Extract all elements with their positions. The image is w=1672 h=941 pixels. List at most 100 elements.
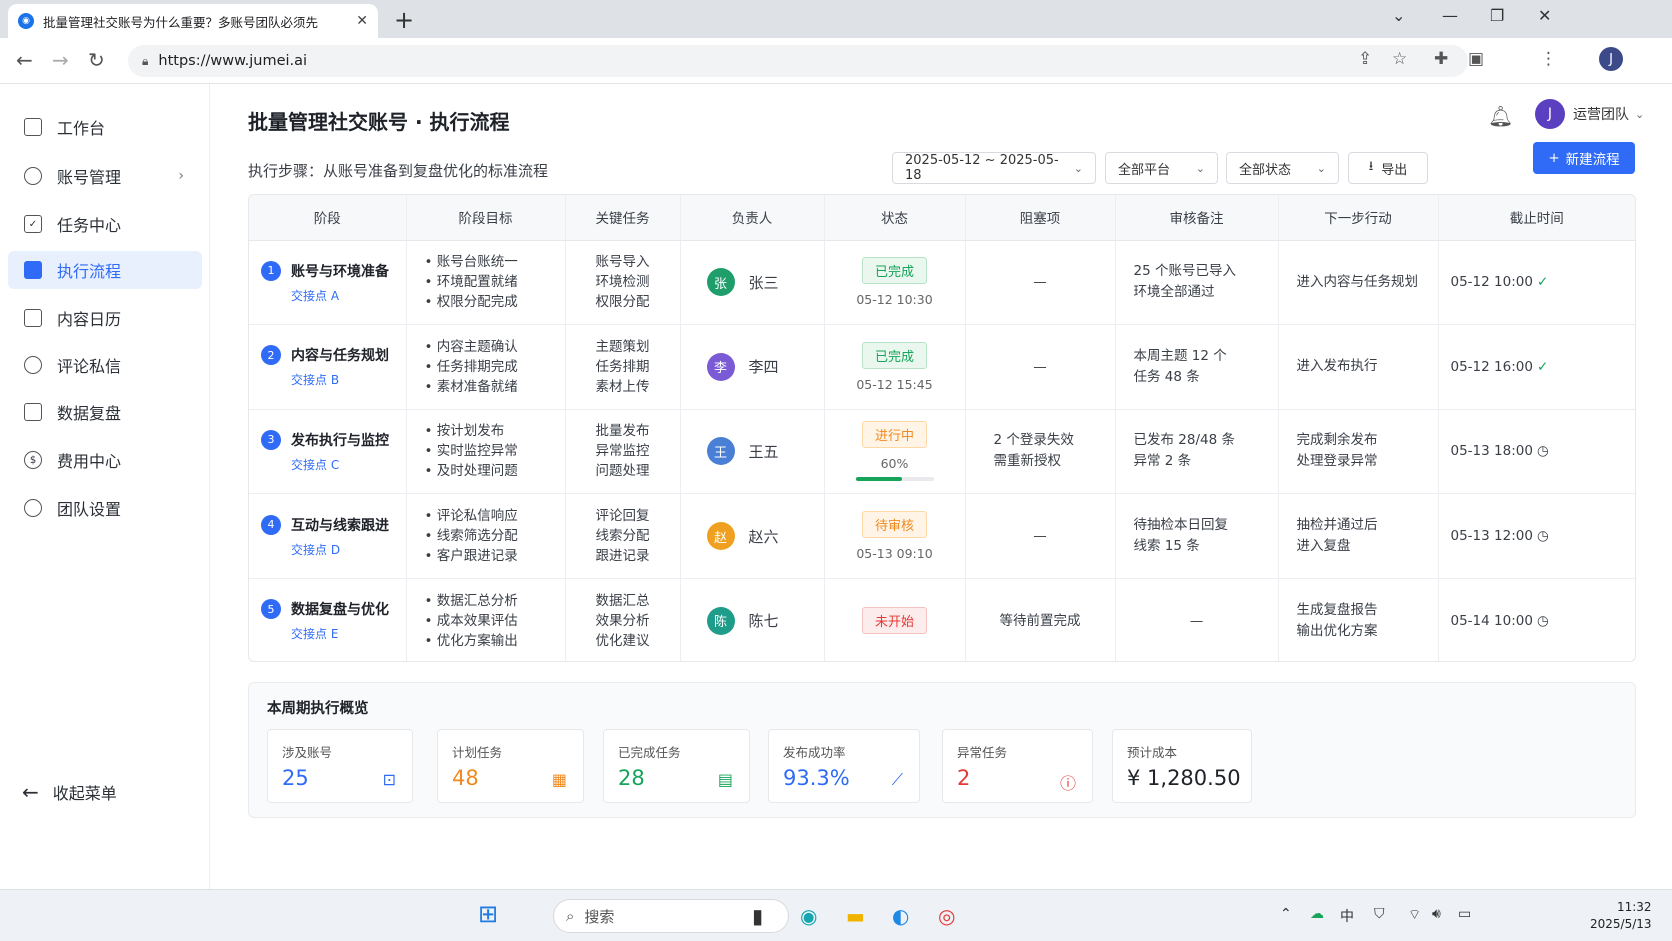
status-time: 05-12 10:30 [856,292,933,308]
app-icon[interactable]: ◉ [800,904,817,928]
column-header: 截止时间 [1438,195,1635,241]
sidebar-item-cost[interactable]: $ 费用中心 [8,441,202,479]
clock-date: 2025/5/13 [1590,917,1652,931]
goals-cell: • 按计划发布 • 实时监控异常 • 及时处理问题 [406,409,566,495]
cloud-icon[interactable]: ☁ [1310,906,1324,922]
column-header: 下一步行动 [1278,195,1439,241]
next-action-cell: 完成剩余发布 处理登录异常 [1278,409,1439,495]
card-label: 异常任务 [957,745,1008,760]
volume-icon[interactable]: 🔊︎ [1432,906,1441,922]
sidebar-item-flow[interactable]: 执行流程 [8,251,202,289]
sidebar-item-analytics[interactable]: 数据复盘 [8,393,202,431]
reload-button[interactable]: ↻ [88,48,105,72]
goals-line: • 环境配置就绪 [424,274,518,291]
platform-filter[interactable]: 全部平台 ⌄ [1105,152,1218,184]
step-number: 2 [261,345,281,366]
step-number: 5 [261,599,281,620]
close-window-button[interactable]: ✕ [1538,6,1551,25]
owner-avatar: 张 [706,268,735,297]
browser-menu-icon[interactable]: ⋮ [1540,49,1557,69]
sidebar-item-calendar[interactable]: 内容日历 [8,299,202,337]
chevron-down-icon: ⌄ [1316,161,1326,175]
tasks-line: 环境检测 [595,274,650,291]
tray-overflow-icon[interactable]: ⌃ [1280,906,1292,922]
goals-line: • 内容主题确认 [424,338,518,355]
blocker-text: 等待前置完成 [999,612,1081,629]
profile-avatar[interactable]: J [1599,47,1623,71]
battery-icon[interactable]: ▭ [1458,906,1471,922]
team-switcher[interactable]: J 运营团队 ⌄ [1535,99,1644,129]
side-panel-icon[interactable]: ▣ [1468,49,1484,69]
task-view-icon[interactable]: ▮ [752,904,763,928]
close-tab-icon[interactable]: ✕ [356,13,368,29]
tasks-line: 数据汇总 [595,592,650,609]
url-field[interactable]: 🔒︎ https://www.jumei.ai [128,45,1468,77]
handoff-link[interactable]: 交接点 E [291,625,389,642]
table-row[interactable]: 5 数据复盘与优化 交接点 E • 数据汇总分析 • 成本效果评估 • 优化方案输出… [249,578,1635,661]
summary-title: 本周期执行概览 [267,701,369,717]
blocker-cell: — [965,240,1116,326]
stage-cell: 1 账号与环境准备 交接点 A [249,240,407,326]
export-button[interactable]: ⭳ 导出 [1348,152,1428,184]
blocker-cell: — [965,493,1116,579]
notes-line: 待抽检本日回复 [1133,517,1229,534]
share-icon[interactable]: ⇪ [1358,49,1372,69]
restore-button[interactable]: ❐ [1490,6,1504,25]
blocker-text: — [1033,528,1047,545]
date-range-picker[interactable]: 2025-05-12 ~ 2025-05-18 ⌄ [892,152,1096,184]
status-cell: 已完成 05-12 10:30 [824,240,966,326]
tab-search-icon[interactable]: ⌄ [1392,6,1405,25]
bell-icon[interactable]: 🔔︎ [1488,104,1513,128]
card-label: 涉及账号 [282,745,333,760]
extensions-icon[interactable]: ✚ [1434,49,1448,69]
sidebar-item-comments[interactable]: 评论私信 [8,346,202,384]
owner-name: 赵六 [748,527,779,546]
column-header: 阶段 [249,195,407,241]
notes-cell: — [1115,578,1279,661]
file-explorer-icon[interactable]: ▬ [846,904,865,928]
minimize-button[interactable]: — [1442,6,1458,25]
new-flow-button[interactable]: + 新建流程 [1533,142,1635,174]
card-value: 2 [957,766,971,790]
notes-line: 25 个账号已导入 [1133,263,1236,280]
collapse-menu-button[interactable]: ← 收起菜单 [22,780,117,804]
browser-tab[interactable]: ◉ 批量管理社交账号为什么重要？多账号团队必须先 ✕ [8,4,378,38]
table-row[interactable]: 1 账号与环境准备 交接点 A • 账号台账统一 • 环境配置就绪 • 权限分配完成… [249,240,1635,326]
new-tab-button[interactable]: + [394,6,414,34]
stage-name: 数据复盘与优化 [291,602,389,619]
handoff-link[interactable]: 交接点 B [291,371,389,388]
stage-name: 互动与线索跟进 [291,517,389,534]
column-header: 负责人 [680,195,825,241]
sidebar-item-accounts[interactable]: 账号管理 › [8,157,202,195]
forward-button[interactable]: → [52,48,69,72]
owner-cell: 陈 陈七 [680,578,825,661]
owner-name: 李四 [748,358,779,377]
sidebar-item-team-settings[interactable]: 团队设置 [8,489,202,527]
chrome-icon[interactable]: ◎ [938,904,955,928]
goals-cell: • 数据汇总分析 • 成本效果评估 • 优化方案输出 [406,578,566,661]
progress-percent: 60% [880,456,909,472]
ime-icon[interactable]: 中 [1340,906,1354,926]
deadline-cell: 05-14 10:00 ◷ [1438,578,1635,661]
sidebar-item-tasks[interactable]: ✓ 任务中心 [8,205,202,243]
edge-icon[interactable]: ◐ [892,904,909,928]
next-line: 抽检并通过后 [1296,517,1378,534]
handoff-link[interactable]: 交接点 C [291,456,389,473]
back-button[interactable]: ← [16,48,33,72]
main-content: 批量管理社交账号 · 执行流程 执行步骤：从账号准备到复盘优化的标准流程 🔔︎ … [210,84,1672,889]
handoff-link[interactable]: 交接点 A [291,287,389,304]
system-clock[interactable]: 11:32 2025/5/13 [1590,899,1652,933]
owner-cell: 赵 赵六 [680,493,825,579]
users-icon [24,167,42,185]
table-row[interactable]: 3 发布执行与监控 交接点 C • 按计划发布 • 实时监控异常 • 及时处理问题 … [249,409,1635,495]
bookmark-star-icon[interactable]: ☆ [1392,49,1407,69]
windows-start-icon[interactable]: ⊞ [478,900,498,928]
goals-line: • 线索筛选分配 [424,528,518,545]
wifi-icon[interactable]: ⌔ [1408,906,1421,924]
security-icon[interactable]: ⛉ [1374,906,1385,922]
handoff-link[interactable]: 交接点 D [291,541,389,558]
table-row[interactable]: 2 内容与任务规划 交接点 B • 内容主题确认 • 任务排期完成 • 素材准备就绪… [249,324,1635,410]
status-filter[interactable]: 全部状态 ⌄ [1226,152,1339,184]
table-row[interactable]: 4 互动与线索跟进 交接点 D • 评论私信响应 • 线索筛选分配 • 客户跟进记录… [249,493,1635,579]
sidebar-item-dashboard[interactable]: 工作台 [8,108,202,146]
